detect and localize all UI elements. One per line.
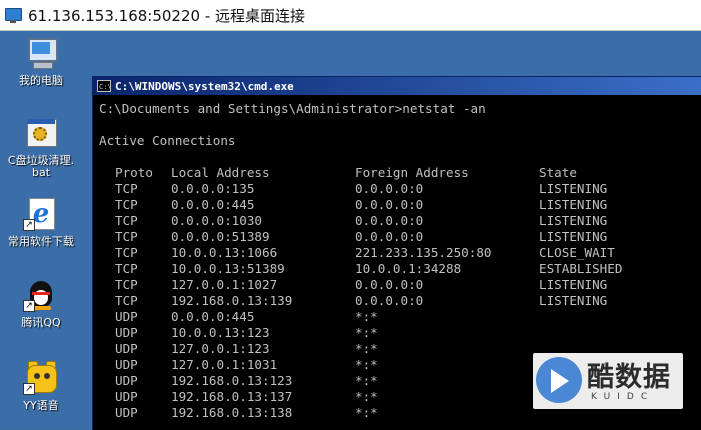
desktop-icon-my-computer[interactable]: 我的电脑 [0, 36, 82, 87]
desktop-icon-label: 常用软件下载 [8, 235, 74, 248]
my-computer-icon [23, 36, 59, 70]
netstat-cell-foreign: 0.0.0.0:0 [355, 213, 424, 228]
desktop-icon-label: 我的电脑 [19, 74, 63, 87]
netstat-cell-foreign: *:* [355, 341, 378, 356]
netstat-cell-state: LISTENING [539, 197, 608, 212]
batch-file-icon [23, 117, 59, 151]
netstat-cell-foreign: *:* [355, 405, 378, 420]
watermark-text: 酷数据 [587, 362, 671, 393]
cmd-title-bar[interactable]: C:\ C:\WINDOWS\system32\cmd.exe [93, 77, 701, 95]
netstat-cell-local: 127.0.0.1:123 [171, 341, 270, 356]
desktop-icon-label: 腾讯QQ [21, 316, 61, 329]
desktop-icon-tencent-qq[interactable]: ↗ 腾讯QQ [0, 278, 82, 329]
header-proto: Proto [115, 165, 153, 180]
netstat-cell-foreign: *:* [355, 373, 378, 388]
internet-explorer-shortcut-icon: e ↗ [23, 197, 59, 231]
netstat-cell-state: CLOSE_WAIT [539, 245, 615, 260]
netstat-cell-state: LISTENING [539, 277, 608, 292]
netstat-cell-state: LISTENING [539, 213, 608, 228]
desktop-icon-c-drive-cleanup[interactable]: C盘垃圾清理. bat [0, 117, 82, 179]
netstat-cell-foreign: 0.0.0.0:0 [355, 181, 424, 196]
yy-voice-icon: ↗ [23, 361, 59, 395]
netstat-cell-proto: UDP [115, 309, 138, 324]
netstat-cell-local: 192.168.0.13:138 [171, 405, 293, 420]
netstat-cell-proto: UDP [115, 405, 138, 420]
desktop-icon-label: C盘垃圾清理. bat [7, 154, 75, 179]
netstat-cell-proto: UDP [115, 373, 138, 388]
netstat-cell-state: ESTABLISHED [539, 261, 623, 276]
remote-desktop-icon [4, 6, 22, 24]
netstat-cell-foreign: *:* [355, 389, 378, 404]
netstat-cell-local: 127.0.0.1:1031 [171, 357, 278, 372]
desktop-icon-yy-voice[interactable]: ↗ YY语音 [0, 361, 82, 412]
header-state: State [539, 165, 577, 180]
netstat-cell-foreign: 0.0.0.0:0 [355, 197, 424, 212]
netstat-cell-local: 0.0.0.0:135 [171, 181, 255, 196]
netstat-cell-local: 127.0.0.1:1027 [171, 277, 278, 292]
netstat-cell-proto: TCP [115, 277, 138, 292]
netstat-cell-proto: TCP [115, 197, 138, 212]
netstat-cell-proto: TCP [115, 213, 138, 228]
header-foreign-address: Foreign Address [355, 165, 469, 180]
netstat-cell-foreign: 0.0.0.0:0 [355, 229, 424, 244]
netstat-cell-local: 192.168.0.13:123 [171, 373, 293, 388]
watermark-subtext: KUIDC [591, 392, 655, 402]
netstat-cell-local: 0.0.0.0:445 [171, 197, 255, 212]
netstat-cell-foreign: *:* [355, 357, 378, 372]
netstat-cell-foreign: *:* [355, 309, 378, 324]
netstat-cell-proto: TCP [115, 245, 138, 260]
netstat-cell-foreign: *:* [355, 325, 378, 340]
netstat-cell-state: LISTENING [539, 229, 608, 244]
desktop-icon-label: YY语音 [23, 399, 59, 412]
netstat-cell-proto: TCP [115, 261, 138, 276]
netstat-cell-proto: TCP [115, 293, 138, 308]
netstat-cell-foreign: 0.0.0.0:0 [355, 277, 424, 292]
netstat-cell-local: 192.168.0.13:137 [171, 389, 293, 404]
desktop-icon-software-download[interactable]: e ↗ 常用软件下载 [0, 197, 82, 248]
cmd-window-title: C:\WINDOWS\system32\cmd.exe [115, 79, 294, 93]
netstat-cell-local: 0.0.0.0:51389 [171, 229, 270, 244]
netstat-cell-proto: TCP [115, 229, 138, 244]
cmd-prompt-line: C:\Documents and Settings\Administrator>… [99, 101, 486, 116]
netstat-cell-proto: UDP [115, 325, 138, 340]
netstat-cell-foreign: 10.0.0.1:34288 [355, 261, 462, 276]
netstat-cell-local: 10.0.0.13:1066 [171, 245, 278, 260]
kuidc-watermark: 酷数据 KUIDC [533, 353, 683, 409]
netstat-cell-local: 10.0.0.13:123 [171, 325, 270, 340]
netstat-cell-local: 0.0.0.0:445 [171, 309, 255, 324]
netstat-cell-foreign: 221.233.135.250:80 [355, 245, 492, 260]
netstat-cell-foreign: 0.0.0.0:0 [355, 293, 424, 308]
netstat-cell-proto: UDP [115, 357, 138, 372]
cmd-icon: C:\ [97, 80, 112, 92]
netstat-cell-state: LISTENING [539, 293, 608, 308]
netstat-cell-proto: UDP [115, 341, 138, 356]
netstat-cell-state: LISTENING [539, 181, 608, 196]
netstat-cell-proto: UDP [115, 389, 138, 404]
kuidc-logo-icon [536, 357, 582, 403]
netstat-cell-proto: TCP [115, 181, 138, 196]
remote-desktop-title-bar[interactable]: 61.136.153.168:50220 - 远程桌面连接 [0, 0, 701, 31]
netstat-cell-local: 10.0.0.13:51389 [171, 261, 285, 276]
netstat-cell-local: 192.168.0.13:139 [171, 293, 293, 308]
netstat-cell-local: 0.0.0.0:1030 [171, 213, 262, 228]
header-local-address: Local Address [171, 165, 270, 180]
netstat-header-row: Proto Local Address Foreign Address Stat… [97, 165, 577, 181]
qq-penguin-icon: ↗ [23, 278, 59, 312]
active-connections-heading: Active Connections [99, 133, 236, 148]
remote-desktop-title: 61.136.153.168:50220 - 远程桌面连接 [28, 6, 306, 25]
